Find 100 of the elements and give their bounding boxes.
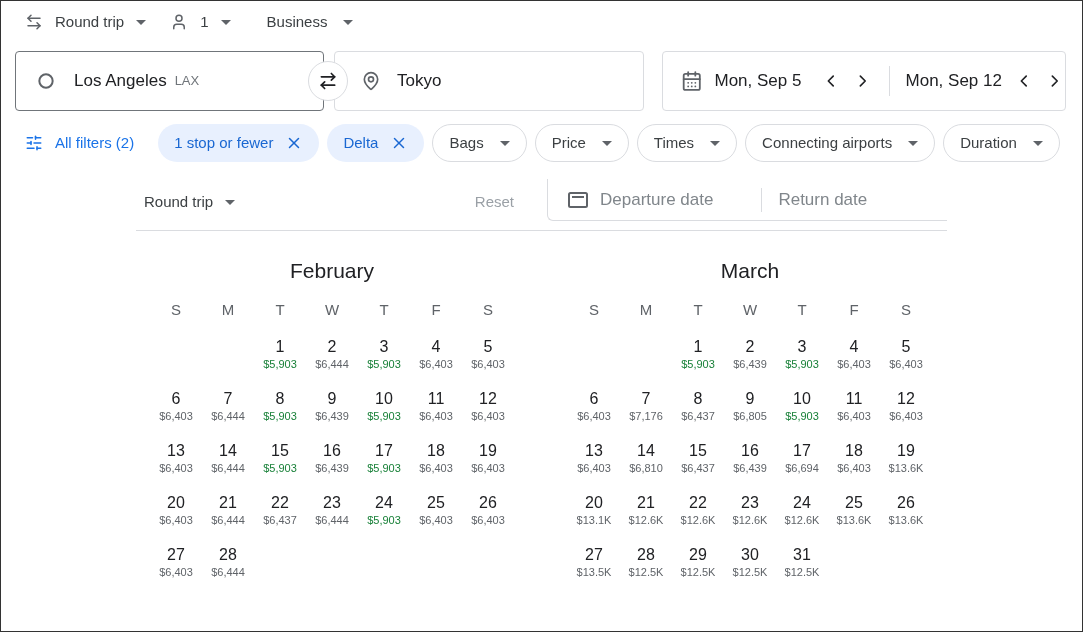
- calendar-day[interactable]: 5 $6,403: [467, 336, 509, 379]
- calendar-day[interactable]: 18 $6,403: [415, 440, 457, 483]
- filter-dropdown[interactable]: Bags: [432, 124, 527, 162]
- calendar-day[interactable]: 23 $6,444: [311, 492, 353, 535]
- calendar-day[interactable]: 14 $6,444: [207, 440, 249, 483]
- calendar-day[interactable]: 28 $6,444: [207, 544, 249, 587]
- calendar-day[interactable]: 25 $13.6K: [832, 492, 876, 535]
- calendar-day[interactable]: 4 $6,403: [833, 336, 875, 379]
- caret-icon: [225, 199, 236, 205]
- filter-sliders-icon: [25, 134, 43, 152]
- calendar-day[interactable]: 22 $12.6K: [676, 492, 720, 535]
- calendar-day[interactable]: 31 $12.5K: [780, 544, 824, 587]
- swap-button[interactable]: [308, 61, 348, 101]
- calendar-day[interactable]: 2 $6,439: [729, 336, 771, 379]
- location-pin-icon: [361, 71, 381, 91]
- weekday-label: T: [692, 300, 704, 320]
- calendar-day[interactable]: 10 $5,903: [363, 388, 405, 431]
- weekday-label: T: [796, 300, 808, 320]
- calendar-day[interactable]: 19 $13.6K: [884, 440, 928, 483]
- weekday-label: T: [378, 300, 390, 320]
- calendar-day[interactable]: 24 $5,903: [363, 492, 405, 535]
- calendar-day[interactable]: 2 $6,444: [311, 336, 353, 379]
- calendar-day[interactable]: 9 $6,805: [729, 388, 771, 431]
- calendar-day[interactable]: 3 $5,903: [363, 336, 405, 379]
- calendar-day[interactable]: 28 $12.5K: [624, 544, 668, 587]
- calendar-day[interactable]: 14 $6,810: [625, 440, 667, 483]
- calendar-day[interactable]: 3 $5,903: [781, 336, 823, 379]
- calendar-day[interactable]: 12 $6,403: [467, 388, 509, 431]
- calendar-day[interactable]: 19 $6,403: [467, 440, 509, 483]
- calendar-day[interactable]: 21 $6,444: [207, 492, 249, 535]
- calendar-day[interactable]: 30 $12.5K: [728, 544, 772, 587]
- calendar-day[interactable]: 1 $5,903: [259, 336, 301, 379]
- weekday-label: S: [588, 300, 600, 320]
- calendar-day[interactable]: 26 $6,403: [467, 492, 509, 535]
- weekday-label: M: [220, 300, 236, 320]
- calendar-day[interactable]: 21 $12.6K: [624, 492, 668, 535]
- destination-field[interactable]: Tokyo: [334, 51, 644, 111]
- calendar-day[interactable]: 25 $6,403: [415, 492, 457, 535]
- calendar-day[interactable]: 29 $12.5K: [676, 544, 720, 587]
- calendar-day[interactable]: 11 $6,403: [415, 388, 457, 431]
- calendar-day[interactable]: 13 $6,403: [155, 440, 197, 483]
- calendar-day[interactable]: 7 $7,176: [625, 388, 667, 431]
- trip-type-dropdown[interactable]: Round trip: [144, 191, 236, 214]
- calendar-day[interactable]: 10 $5,903: [781, 388, 823, 431]
- passengers-dropdown[interactable]: 1: [170, 10, 231, 34]
- caret-icon: [710, 140, 721, 146]
- caret-icon: [908, 140, 919, 146]
- weekday-label: S: [482, 300, 494, 320]
- calendar-day[interactable]: 17 $5,903: [363, 440, 405, 483]
- filter-chip[interactable]: 1 stop or fewer: [158, 124, 320, 162]
- calendar-day[interactable]: 20 $6,403: [155, 492, 197, 535]
- calendar-day[interactable]: 12 $6,403: [885, 388, 927, 431]
- calendar-day[interactable]: 9 $6,439: [311, 388, 353, 431]
- calendar-icon: [568, 191, 588, 208]
- calendar-day[interactable]: 22 $6,437: [259, 492, 301, 535]
- calendar-day[interactable]: 27 $6,403: [155, 544, 197, 587]
- weekday-label: F: [848, 300, 860, 320]
- departure-date-field[interactable]: Departure date: [600, 186, 714, 213]
- calendar-day[interactable]: 26 $13.6K: [884, 492, 928, 535]
- calendar-day[interactable]: 8 $6,437: [677, 388, 719, 431]
- calendar-day[interactable]: 8 $5,903: [259, 388, 301, 431]
- caret-icon: [499, 140, 510, 146]
- caret-icon: [343, 19, 354, 25]
- calendar-day[interactable]: 16 $6,439: [729, 440, 771, 483]
- calendar-day[interactable]: 18 $6,403: [833, 440, 875, 483]
- return-date[interactable]: Mon, Sep 12: [905, 68, 1002, 94]
- calendar-day[interactable]: 16 $6,439: [311, 440, 353, 483]
- calendar-icon: [681, 70, 703, 92]
- cabin-dropdown[interactable]: Business: [266, 10, 354, 34]
- calendar-day[interactable]: 4 $6,403: [415, 336, 457, 379]
- calendar-day[interactable]: 24 $12.6K: [780, 492, 824, 535]
- calendar-day[interactable]: 23 $12.6K: [728, 492, 772, 535]
- all-filters-button[interactable]: All filters (2): [25, 131, 135, 155]
- weekday-label: F: [430, 300, 442, 320]
- filter-chip[interactable]: Delta: [327, 124, 425, 162]
- calendar-day[interactable]: 1 $5,903: [677, 336, 719, 379]
- caret-icon: [1032, 140, 1043, 146]
- swap-icon: [318, 71, 338, 91]
- calendar-day[interactable]: 17 $6,694: [781, 440, 823, 483]
- trip-type-dropdown[interactable]: Round trip: [25, 10, 147, 34]
- origin-field[interactable]: Los Angeles LAX: [15, 51, 324, 111]
- return-date-field[interactable]: Return date: [778, 186, 868, 213]
- month-title: March: [719, 258, 781, 284]
- calendar-day[interactable]: 7 $6,444: [207, 388, 249, 431]
- caret-icon: [220, 19, 231, 25]
- caret-icon: [136, 19, 147, 25]
- weekday-label: W: [323, 300, 341, 320]
- calendar-day[interactable]: 15 $6,437: [677, 440, 719, 483]
- calendar-day[interactable]: 15 $5,903: [259, 440, 301, 483]
- calendar-day[interactable]: 20 $13.1K: [572, 492, 616, 535]
- weekday-label: W: [741, 300, 759, 320]
- month-title: February: [289, 258, 375, 284]
- calendar-day[interactable]: 5 $6,403: [885, 336, 927, 379]
- calendar-day[interactable]: 27 $13.5K: [572, 544, 616, 587]
- weekday-label: T: [274, 300, 286, 320]
- departure-date[interactable]: Mon, Sep 5: [714, 68, 802, 94]
- calendar-day[interactable]: 11 $6,403: [833, 388, 875, 431]
- calendar-day[interactable]: 13 $6,403: [573, 440, 615, 483]
- calendar-day[interactable]: 6 $6,403: [155, 388, 197, 431]
- calendar-day[interactable]: 6 $6,403: [573, 388, 615, 431]
